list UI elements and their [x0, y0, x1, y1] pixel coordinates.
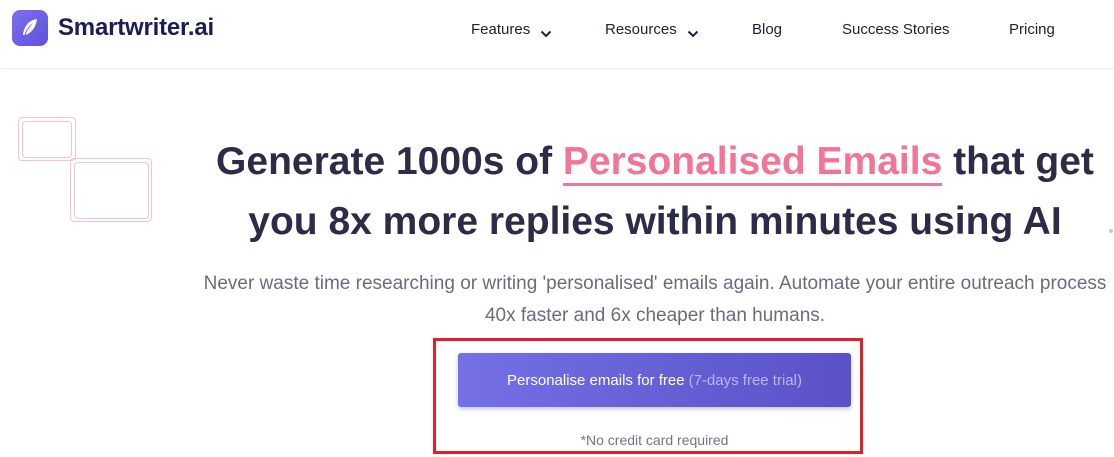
chevron-down-icon [687, 25, 699, 38]
nav-resources-label: Resources [605, 20, 677, 38]
site-header: Smartwriter.ai Features Resources Blog S… [0, 0, 1114, 69]
nav-resources[interactable]: Resources [605, 18, 699, 40]
nav-features-label: Features [471, 20, 531, 38]
decorative-dot [1109, 229, 1113, 233]
headline-line-2: you 8x more replies within minutes using… [248, 200, 1062, 243]
cta-label: Personalise emails for free [507, 371, 685, 389]
decorative-square [74, 162, 149, 219]
nav-blog[interactable]: Blog [752, 18, 782, 40]
headline-highlight: Personalised Emails [562, 140, 943, 186]
nav-pricing[interactable]: Pricing [1009, 18, 1055, 40]
nav-features[interactable]: Features [471, 18, 552, 40]
feather-icon [12, 10, 48, 46]
headline-suffix: that get [942, 140, 1094, 183]
subtitle-line-2: 40x faster and 6x cheaper than humans. [484, 305, 826, 326]
nav-success-stories[interactable]: Success Stories [842, 18, 950, 40]
hero-headline: Generate 1000s of Personalised Emails th… [150, 132, 1114, 252]
headline-line-1: Generate 1000s of Personalised Emails th… [150, 132, 1114, 192]
no-credit-card-note: *No credit card required [580, 432, 729, 448]
decorative-square [22, 121, 72, 158]
logo-link[interactable]: Smartwriter.ai [12, 10, 214, 46]
hero-subtitle: Never waste time researching or writing … [140, 268, 1114, 332]
subtitle-line-1: Never waste time researching or writing … [203, 273, 1107, 294]
chevron-down-icon [540, 25, 552, 38]
headline-prefix: Generate 1000s of [216, 140, 563, 183]
brand-name: Smartwriter.ai [58, 14, 214, 41]
cta-trial-label: (7-days free trial) [688, 371, 802, 389]
personalise-emails-button[interactable]: Personalise emails for free (7-days free… [458, 353, 851, 407]
